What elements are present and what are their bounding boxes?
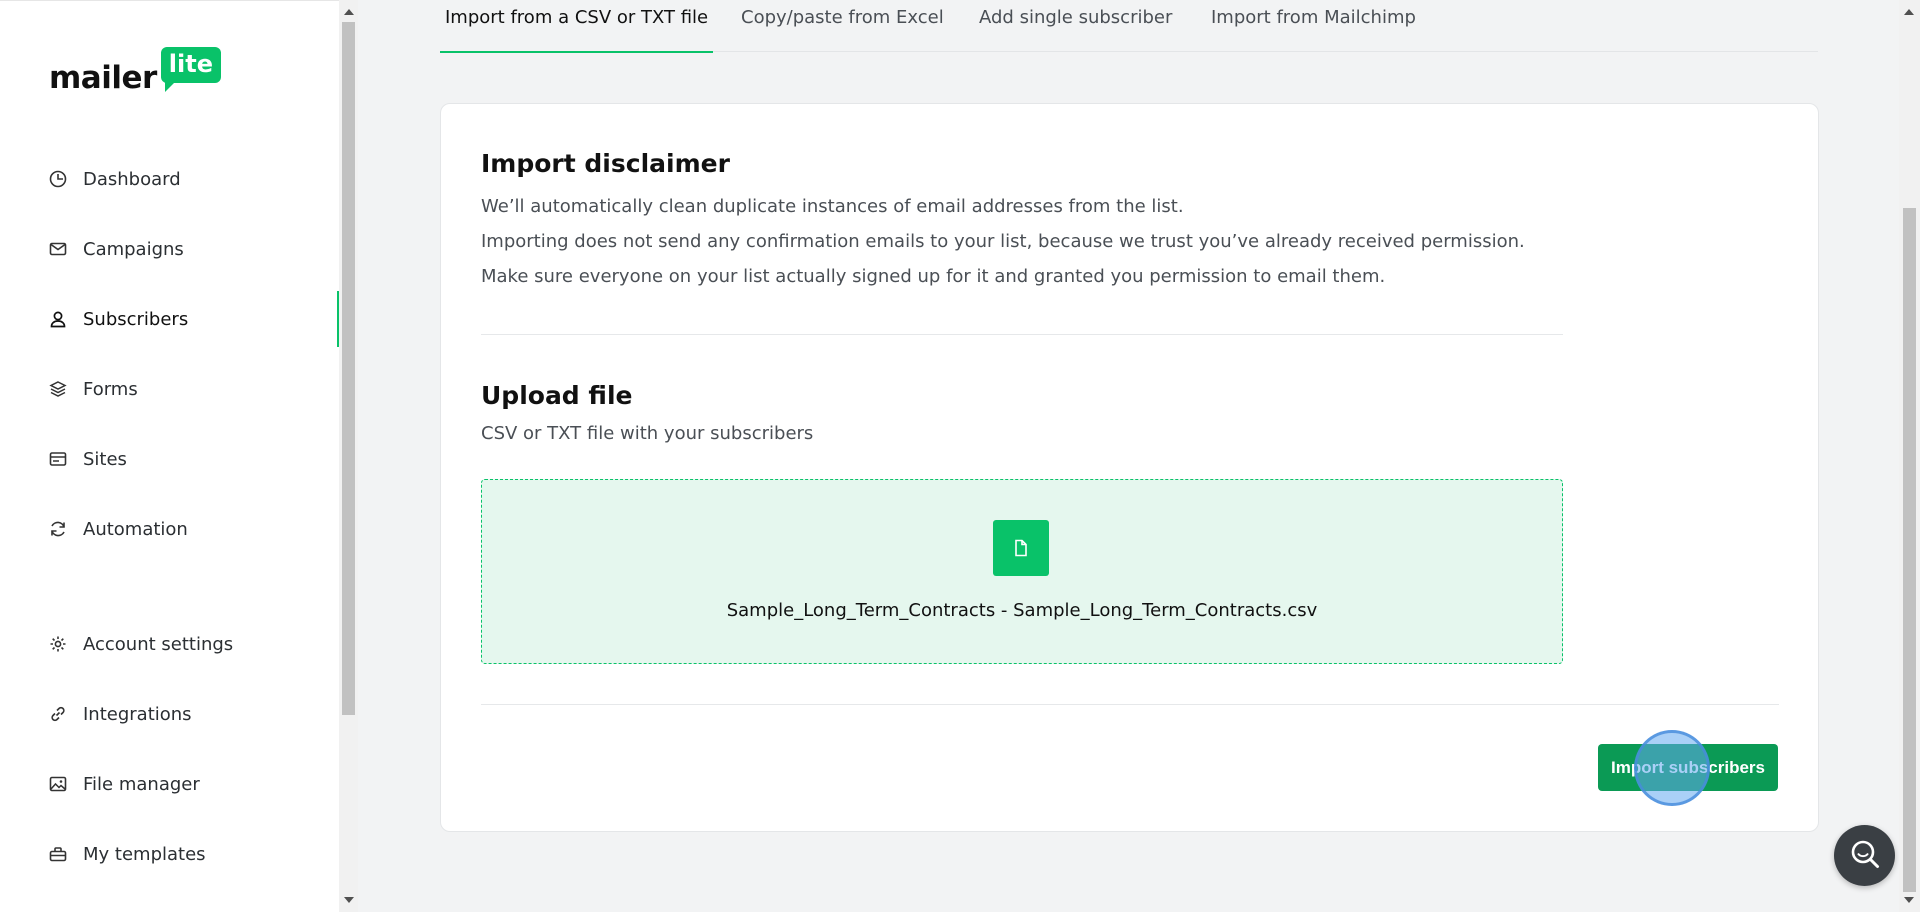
- search-chat-icon: [1848, 837, 1882, 875]
- user-icon: [49, 310, 67, 328]
- file-icon: [993, 520, 1049, 576]
- mail-icon: [49, 240, 67, 258]
- upload-title: Upload file: [481, 381, 633, 410]
- sidebar-item-label: Integrations: [83, 703, 192, 725]
- sidebar-item-label: Automation: [83, 518, 188, 540]
- import-subscribers-button[interactable]: Import subscribers: [1598, 744, 1778, 791]
- sidebar-item-campaigns[interactable]: Campaigns: [0, 221, 339, 277]
- refresh-icon: [49, 520, 67, 538]
- disclaimer-line: We’ll automatically clean duplicate inst…: [481, 196, 1184, 217]
- sidebar: mailer lite Dashboard Campaigns Subscrib…: [0, 0, 339, 912]
- scrollbar-thumb[interactable]: [342, 22, 355, 715]
- sidebar-item-dashboard[interactable]: Dashboard: [0, 151, 339, 207]
- tab-import-mailchimp[interactable]: Import from Mailchimp: [1211, 0, 1416, 52]
- sidebar-item-label: File manager: [83, 773, 200, 795]
- briefcase-icon: [49, 845, 67, 863]
- footer-divider: [481, 704, 1779, 705]
- scroll-down-arrow-icon[interactable]: [1904, 897, 1914, 903]
- image-icon: [49, 775, 67, 793]
- scroll-up-arrow-icon[interactable]: [344, 9, 354, 15]
- uploaded-file-name: Sample_Long_Term_Contracts - Sample_Long…: [726, 600, 1318, 621]
- sidebar-item-sites[interactable]: Sites: [0, 431, 339, 487]
- disclaimer-line: Importing does not send any confirmation…: [481, 231, 1525, 252]
- browser-icon: [49, 450, 67, 468]
- mailerlite-logo[interactable]: mailer lite: [49, 47, 221, 96]
- sidebar-item-label: Subscribers: [83, 308, 189, 330]
- logo-badge: lite: [160, 47, 221, 92]
- gear-icon: [49, 635, 67, 653]
- section-divider: [481, 334, 1563, 335]
- sidebar-item-account-settings[interactable]: Account settings: [0, 616, 339, 672]
- sidebar-item-label: Forms: [83, 378, 138, 400]
- sidebar-item-label: Sites: [83, 448, 127, 470]
- disclaimer-line: Make sure everyone on your list actually…: [481, 266, 1386, 287]
- sidebar-item-label: Campaigns: [83, 238, 184, 260]
- link-icon: [49, 705, 67, 723]
- dashboard-icon: [49, 170, 67, 188]
- tab-add-single-subscriber[interactable]: Add single subscriber: [979, 0, 1172, 52]
- sidebar-item-label: My templates: [83, 843, 206, 865]
- sidebar-item-forms[interactable]: Forms: [0, 361, 339, 417]
- scroll-up-arrow-icon[interactable]: [1904, 9, 1914, 15]
- tab-import-csv[interactable]: Import from a CSV or TXT file: [439, 0, 714, 53]
- sidebar-item-file-manager[interactable]: File manager: [0, 756, 339, 812]
- disclaimer-title: Import disclaimer: [481, 149, 730, 178]
- scrollbar-thumb[interactable]: [1903, 208, 1916, 892]
- main-scrollbar[interactable]: [1899, 0, 1920, 912]
- sidebar-item-subscribers[interactable]: Subscribers: [0, 291, 339, 347]
- help-chat-button[interactable]: [1834, 825, 1895, 886]
- import-tabs: Import from a CSV or TXT file Copy/paste…: [439, 0, 1818, 53]
- file-dropzone[interactable]: Sample_Long_Term_Contracts - Sample_Long…: [481, 479, 1563, 664]
- sidebar-scrollbar[interactable]: [339, 0, 358, 912]
- scroll-down-arrow-icon[interactable]: [344, 897, 354, 903]
- logo-wordmark: mailer: [49, 60, 157, 96]
- tab-copy-paste-excel[interactable]: Copy/paste from Excel: [741, 0, 944, 52]
- sidebar-item-automation[interactable]: Automation: [0, 501, 339, 557]
- upload-subtitle: CSV or TXT file with your subscribers: [481, 423, 814, 444]
- sidebar-item-my-templates[interactable]: My templates: [0, 826, 339, 882]
- sidebar-item-label: Account settings: [83, 633, 234, 655]
- import-card: Import disclaimer We’ll automatically cl…: [440, 103, 1819, 832]
- sidebar-item-integrations[interactable]: Integrations: [0, 686, 339, 742]
- sidebar-item-label: Dashboard: [83, 168, 181, 190]
- layers-icon: [49, 380, 67, 398]
